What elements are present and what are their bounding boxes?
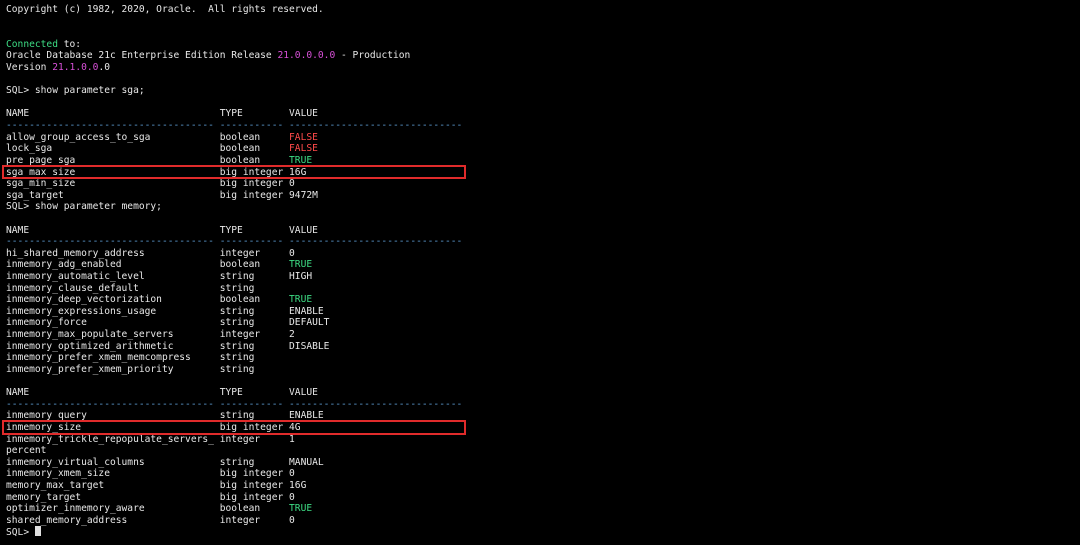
terminal-line: optimizer_inmemory_aware boolean TRUE xyxy=(6,503,462,515)
terminal-text: shared_memory_address integer 0 xyxy=(6,514,295,526)
terminal-text: inmemory_optimized_arithmetic string DIS… xyxy=(6,340,330,352)
terminal-line: percent xyxy=(6,445,462,457)
terminal-text: memory_target big integer 0 xyxy=(6,491,295,503)
terminal-text: to: xyxy=(57,38,82,50)
terminal-text: SQL> show parameter memory; xyxy=(6,201,162,213)
terminal-text: ------------------------------------ ---… xyxy=(6,398,463,410)
terminal-line: NAME TYPE VALUE xyxy=(6,108,462,120)
terminal-text: 21.1.0.0 xyxy=(52,62,99,74)
terminal-text: NAME TYPE VALUE xyxy=(6,224,318,236)
terminal-line: inmemory_force string DEFAULT xyxy=(6,317,462,329)
terminal-text: sga_min_size big integer 0 xyxy=(6,178,295,190)
terminal-output: Copyright (c) 1982, 2020, Oracle. All ri… xyxy=(6,4,462,538)
terminal-line: inmemory_virtual_columns string MANUAL xyxy=(6,457,462,469)
terminal-line: Copyright (c) 1982, 2020, Oracle. All ri… xyxy=(6,4,462,16)
terminal-line: ------------------------------------ ---… xyxy=(6,120,462,132)
terminal-text: inmemory_trickle_repopulate_servers_ int… xyxy=(6,433,295,445)
terminal-text: inmemory_expressions_usage string ENABLE xyxy=(6,305,324,317)
terminal-line: hi_shared_memory_address integer 0 xyxy=(6,248,462,260)
terminal-line: inmemory_adg_enabled boolean TRUE xyxy=(6,259,462,271)
terminal-line: inmemory_optimized_arithmetic string DIS… xyxy=(6,341,462,353)
terminal-text: .0 xyxy=(98,62,110,74)
terminal-text: TRUE xyxy=(289,503,313,515)
terminal-line: sga_min_size big integer 0 xyxy=(6,178,462,190)
terminal-line: NAME TYPE VALUE xyxy=(6,387,462,399)
terminal-text: memory_max_target big integer 16G xyxy=(6,479,307,491)
terminal-line: inmemory_expressions_usage string ENABLE xyxy=(6,306,462,318)
terminal-line: sga_target big integer 9472M xyxy=(6,190,462,202)
terminal-text: TRUE xyxy=(289,259,313,271)
terminal-text: SQL> show parameter sga; xyxy=(6,85,145,97)
terminal-text: inmemory_deep_vectorization boolean xyxy=(6,294,290,306)
terminal-window[interactable]: Copyright (c) 1982, 2020, Oracle. All ri… xyxy=(0,0,1080,545)
highlight-box xyxy=(2,420,466,435)
terminal-text: inmemory_adg_enabled boolean xyxy=(6,259,290,271)
terminal-line: SQL> xyxy=(6,526,462,538)
terminal-line: lock_sga boolean FALSE xyxy=(6,143,462,155)
terminal-text: Version xyxy=(6,62,53,74)
terminal-line: ------------------------------------ ---… xyxy=(6,236,462,248)
terminal-text: Connected xyxy=(6,38,58,50)
terminal-line: shared_memory_address integer 0 xyxy=(6,515,462,527)
terminal-line: ------------------------------------ ---… xyxy=(6,399,462,411)
terminal-text: inmemory_max_populate_servers integer 2 xyxy=(6,329,295,341)
terminal-line: inmemory_prefer_xmem_priority string xyxy=(6,364,462,376)
terminal-text: inmemory_prefer_xmem_priority string xyxy=(6,363,255,375)
terminal-text: Oracle Database 21c Enterprise Edition R… xyxy=(6,50,278,62)
terminal-text: ------------------------------------ ---… xyxy=(6,236,463,248)
terminal-line: SQL> show parameter memory; xyxy=(6,201,462,213)
terminal-text: - Production xyxy=(335,50,411,62)
terminal-line: inmemory_deep_vectorization boolean TRUE xyxy=(6,294,462,306)
terminal-line: allow_group_access_to_sga boolean FALSE xyxy=(6,132,462,144)
terminal-text: inmemory_virtual_columns string MANUAL xyxy=(6,456,324,468)
terminal-text: SQL> xyxy=(6,527,35,539)
highlight-box xyxy=(2,164,466,180)
terminal-text: inmemory_prefer_xmem_memcompress string xyxy=(6,352,255,364)
terminal-text: Copyright (c) 1982, 2020, Oracle. All ri… xyxy=(6,4,324,15)
terminal-line: inmemory_xmem_size big integer 0 xyxy=(6,468,462,480)
terminal-text: 21.0.0.0.0 xyxy=(277,50,336,62)
terminal-text: FALSE xyxy=(289,131,318,143)
terminal-text: NAME TYPE VALUE xyxy=(6,108,318,120)
terminal-line: memory_max_target big integer 16G xyxy=(6,480,462,492)
terminal-text: sga_target big integer 9472M xyxy=(6,189,318,201)
terminal-text: inmemory_automatic_level string HIGH xyxy=(6,271,313,283)
terminal-line: inmemory_max_populate_servers integer 2 xyxy=(6,329,462,341)
terminal-text: inmemory_clause_default string xyxy=(6,282,255,294)
terminal-text: lock_sga boolean xyxy=(6,143,290,155)
terminal-text: NAME TYPE VALUE xyxy=(6,387,318,399)
terminal-text: percent xyxy=(6,445,47,457)
terminal-line: memory_target big integer 0 xyxy=(6,492,462,504)
terminal-line: inmemory_clause_default string xyxy=(6,283,462,295)
terminal-text: TRUE xyxy=(289,294,313,306)
terminal-text: FALSE xyxy=(289,143,318,155)
terminal-line: inmemory_prefer_xmem_memcompress string xyxy=(6,352,462,364)
terminal-line: Version 21.1.0.0.0 xyxy=(6,62,462,74)
terminal-text: inmemory_force string DEFAULT xyxy=(6,317,330,329)
terminal-text: allow_group_access_to_sga boolean xyxy=(6,131,290,143)
terminal-line: Oracle Database 21c Enterprise Edition R… xyxy=(6,50,462,62)
terminal-text: optimizer_inmemory_aware boolean xyxy=(6,503,290,515)
terminal-line: inmemory_automatic_level string HIGH xyxy=(6,271,462,283)
terminal-text: ------------------------------------ ---… xyxy=(6,120,463,132)
terminal-line: Connected to: xyxy=(6,39,462,51)
terminal-text: hi_shared_memory_address integer 0 xyxy=(6,247,295,259)
text-cursor xyxy=(34,526,41,537)
terminal-line: inmemory_trickle_repopulate_servers_ int… xyxy=(6,434,462,446)
terminal-line: NAME TYPE VALUE xyxy=(6,225,462,237)
terminal-text: inmemory_xmem_size big integer 0 xyxy=(6,468,295,480)
terminal-line: SQL> show parameter sga; xyxy=(6,85,462,97)
